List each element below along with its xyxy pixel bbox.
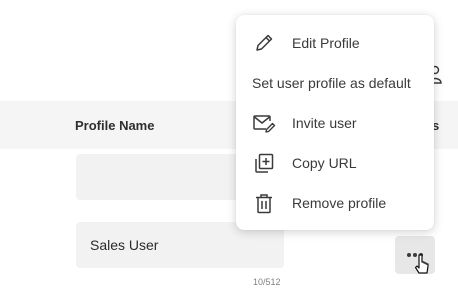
menu-item-edit-profile[interactable]: Edit Profile bbox=[236, 23, 434, 63]
menu-item-invite-user[interactable]: Invite user bbox=[236, 103, 434, 143]
menu-item-set-default[interactable]: Set user profile as default bbox=[236, 63, 434, 103]
copy-icon bbox=[252, 151, 276, 175]
menu-item-label: Invite user bbox=[292, 115, 357, 131]
column-header-profile-name: Profile Name bbox=[75, 118, 155, 133]
menu-item-label: Set user profile as default bbox=[252, 75, 411, 91]
menu-item-label: Copy URL bbox=[292, 155, 357, 171]
menu-item-label: Remove profile bbox=[292, 195, 387, 211]
envelope-edit-icon bbox=[252, 111, 276, 135]
profiles-page: Profile Name s 10/512 bbox=[0, 0, 458, 291]
character-counter: 10/512 bbox=[253, 277, 281, 287]
menu-item-remove-profile[interactable]: Remove profile bbox=[236, 183, 434, 223]
trash-icon bbox=[252, 191, 276, 215]
mouse-cursor-icon bbox=[414, 253, 430, 277]
profile-context-menu: Edit Profile Set user profile as default… bbox=[236, 15, 434, 230]
menu-item-label: Edit Profile bbox=[292, 35, 360, 51]
pencil-icon bbox=[252, 31, 276, 55]
menu-item-copy-url[interactable]: Copy URL bbox=[236, 143, 434, 183]
